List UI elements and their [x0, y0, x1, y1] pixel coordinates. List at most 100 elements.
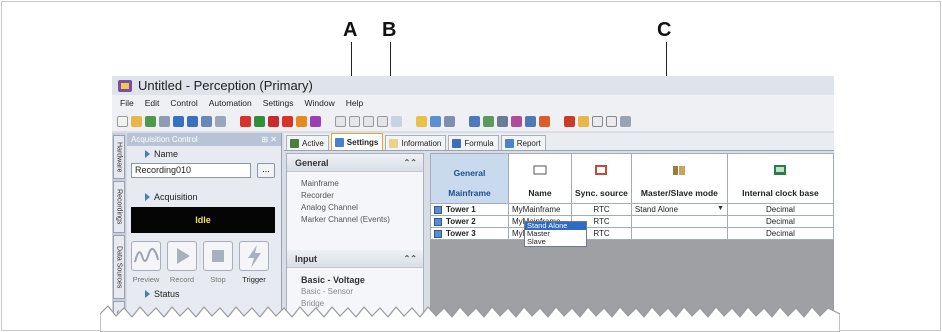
play-icon — [177, 248, 190, 264]
name-section[interactable]: Name — [145, 149, 178, 159]
view-icon[interactable] — [215, 115, 226, 127]
trigger-button[interactable] — [239, 241, 269, 271]
column-header-name[interactable]: Name — [508, 153, 572, 204]
cell-name[interactable]: MyMainframe — [508, 203, 572, 216]
meter-icon[interactable] — [525, 115, 536, 127]
report-icon[interactable] — [391, 115, 402, 127]
menu-file[interactable]: File — [120, 98, 134, 108]
nav-item-basic-voltage[interactable]: Basic - Voltage — [287, 274, 423, 286]
display-icon[interactable] — [469, 115, 480, 127]
preview-icon[interactable] — [254, 115, 265, 127]
side-tab-recordings[interactable]: Recordings — [113, 181, 125, 233]
nav-item-mainframe[interactable]: Mainframe — [287, 178, 423, 190]
general-group-header[interactable]: General ⌃⌃ — [287, 154, 423, 172]
row-label[interactable]: Tower 3 — [430, 227, 509, 240]
save-as-icon[interactable] — [187, 115, 198, 127]
acquisition-panel-header: Acquisition Control ⊞ ✕ — [127, 133, 281, 146]
chart-icon[interactable] — [539, 115, 550, 127]
tab-information[interactable]: Information — [385, 135, 447, 150]
stop-button[interactable] — [203, 241, 233, 271]
cell-master-slave-mode[interactable] — [630, 215, 728, 228]
clock-icon — [595, 165, 608, 175]
menu-window[interactable]: Window — [304, 98, 334, 108]
gallery-icon[interactable] — [497, 115, 508, 127]
tab-active[interactable]: Active — [286, 135, 329, 150]
zoom-icon[interactable] — [592, 115, 603, 127]
acquisition-section[interactable]: Acquisition — [145, 192, 198, 202]
pin-icon[interactable]: ⊞ ✕ — [261, 135, 277, 144]
export-icon[interactable] — [430, 115, 441, 127]
toolbar-separator — [405, 116, 413, 127]
cell-clock-base[interactable]: Decimal — [726, 227, 834, 240]
wizard-icon[interactable] — [201, 115, 212, 127]
sweep-icon[interactable] — [310, 115, 321, 127]
cell-clock-base[interactable]: Decimal — [726, 203, 834, 216]
browse-button[interactable]: ... — [257, 163, 275, 178]
column-header-internal-clock-base[interactable]: Internal clock base — [726, 153, 834, 204]
menu-help[interactable]: Help — [346, 98, 363, 108]
side-tab-data-sources[interactable]: Data Sources — [113, 235, 125, 299]
master-slave-select[interactable]: Stand Alone ▼ — [630, 203, 728, 216]
preview-button[interactable] — [131, 241, 161, 271]
side-tab-hardware[interactable]: Hardware — [113, 135, 125, 179]
acquisition-label: Acquisition — [154, 192, 198, 202]
option-slave[interactable]: Slave — [525, 238, 586, 246]
side-tab-strip: Hardware Recordings Data Sources Sr — [112, 133, 126, 326]
menu-control[interactable]: Control — [170, 98, 197, 108]
layout-icon[interactable] — [335, 115, 346, 127]
note-icon[interactable] — [578, 115, 589, 127]
new-icon[interactable] — [117, 115, 128, 127]
nav-item-marker-channel[interactable]: Marker Channel (Events) — [287, 214, 423, 226]
paste-icon[interactable] — [363, 115, 374, 127]
save-icon[interactable] — [173, 115, 184, 127]
chevron-down-icon[interactable]: ▼ — [717, 205, 724, 212]
nav-item-recorder[interactable]: Recorder — [287, 190, 423, 202]
open-icon[interactable] — [131, 115, 142, 127]
hardware-icon[interactable] — [145, 115, 156, 127]
printer-icon[interactable] — [620, 115, 631, 127]
stop-icon[interactable] — [240, 115, 251, 127]
record-icon[interactable] — [268, 115, 279, 127]
info-icon[interactable] — [606, 115, 617, 127]
print-icon[interactable] — [159, 115, 170, 127]
record-button[interactable] — [167, 241, 197, 271]
column-header-master-slave-mode[interactable]: Master/Slave mode — [630, 153, 728, 204]
sheet-icon[interactable] — [483, 115, 494, 127]
menu-settings[interactable]: Settings — [263, 98, 294, 108]
cell-master-slave-mode[interactable] — [630, 227, 728, 240]
nav-item-basic-sensor[interactable]: Basic - Sensor — [287, 286, 423, 298]
import-icon[interactable] — [444, 115, 455, 127]
input-group-header[interactable]: Input ⌃⌃ — [287, 250, 423, 268]
tower-icon — [434, 217, 442, 226]
toolbar-separator — [458, 116, 466, 127]
table-row[interactable]: Tower 3 MyMainframe RTC Decimal — [430, 227, 834, 240]
record-label: Record — [169, 275, 195, 284]
menu-automation[interactable]: Automation — [209, 98, 252, 108]
tab-settings[interactable]: Settings — [330, 133, 384, 150]
master-slave-dropdown-list: Stand Alone Master Slave — [524, 221, 587, 247]
table-row[interactable]: Tower 2 MyMainframe RTC Decimal — [430, 215, 834, 228]
recording-name-input[interactable]: Recording010 — [131, 163, 251, 178]
camera-icon[interactable] — [377, 115, 388, 127]
tab-report[interactable]: Report — [500, 135, 546, 150]
app-icon — [118, 79, 132, 92]
row-label[interactable]: Tower 1 — [430, 203, 509, 216]
folder-icon[interactable] — [416, 115, 427, 127]
menu-edit[interactable]: Edit — [145, 98, 160, 108]
alert-icon[interactable] — [564, 115, 575, 127]
collapse-icon[interactable]: ⌃⌃ — [404, 158, 417, 167]
cell-clock-base[interactable]: Decimal — [726, 215, 834, 228]
title-bar: Untitled - Perception (Primary) — [112, 76, 834, 95]
trigger-icon[interactable] — [296, 115, 307, 127]
color-icon[interactable] — [511, 115, 522, 127]
column-header-sync-source[interactable]: Sync. source — [571, 153, 632, 204]
pause-icon[interactable] — [282, 115, 293, 127]
nav-item-analog-channel[interactable]: Analog Channel — [287, 202, 423, 214]
cell-sync-source[interactable]: RTC — [571, 203, 632, 216]
tab-formula[interactable]: Formula — [448, 135, 499, 150]
table-row[interactable]: Tower 1 MyMainframe RTC Stand Alone ▼ Dec… — [430, 203, 834, 216]
status-section[interactable]: Status — [145, 289, 180, 299]
collapse-icon[interactable]: ⌃⌃ — [404, 254, 417, 263]
copy-icon[interactable] — [349, 115, 360, 127]
row-label[interactable]: Tower 2 — [430, 215, 509, 228]
